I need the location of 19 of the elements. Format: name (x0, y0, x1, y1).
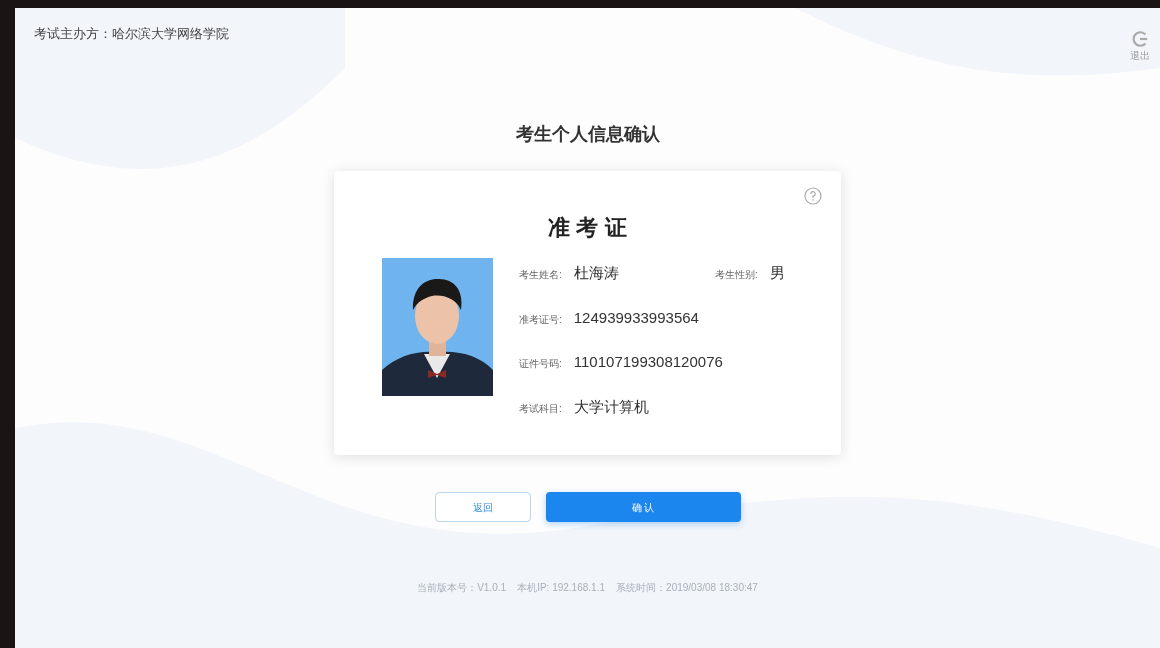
field-value: 男 (769, 263, 785, 283)
logout-icon (1131, 30, 1149, 48)
field-value: 110107199308120076 (573, 352, 723, 372)
confirm-button[interactable]: 确 认 (545, 492, 741, 522)
organizer-text: 考试主办方：哈尔滨大学网络学院 (34, 25, 229, 43)
page-title: 考生个人信息确认 (515, 123, 660, 146)
field-value: 杜海涛 (573, 263, 619, 283)
logout-button[interactable]: 退出 (1130, 30, 1150, 63)
field-value: 124939933993564 (573, 307, 699, 328)
help-icon[interactable] (804, 187, 822, 205)
field-label: 准考证号: (519, 312, 562, 327)
field-value: 大学计算机 (573, 396, 649, 417)
field-label: 考生姓名: (519, 268, 562, 282)
version-info: 当前版本号：V1.0.1 本机IP: 192.168.1.1 系统时间：2019/03/08 18:30:47 (417, 581, 758, 595)
card-title: 准 考 证 (548, 214, 627, 242)
field-label: 考试科目: (519, 401, 562, 416)
field-label: 证件号码: (519, 357, 562, 371)
back-button[interactable]: 返回 (434, 492, 531, 522)
field-label: 考生性别: (715, 268, 758, 282)
